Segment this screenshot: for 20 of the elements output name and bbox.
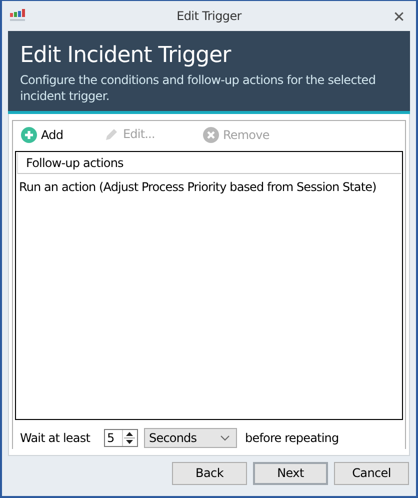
- header-title: Edit Incident Trigger: [20, 43, 232, 68]
- number-spinner[interactable]: 5: [104, 429, 138, 447]
- dialog-button[interactable]: Back: [172, 462, 247, 484]
- dialog-button[interactable]: Cancel: [334, 462, 409, 484]
- wait-suffix: before repeating: [245, 431, 339, 445]
- window-title: Edit Trigger: [176, 9, 242, 23]
- spin-arrows-icon: [123, 430, 136, 446]
- pencil-icon: [105, 127, 119, 141]
- app-logo-icon: [10, 9, 26, 21]
- column-header[interactable]: Follow-up actions: [17, 153, 401, 174]
- add-button[interactable]: Add: [21, 127, 64, 143]
- wait-label: Wait at least: [20, 431, 90, 445]
- dialog-button[interactable]: Next: [253, 462, 328, 484]
- close-icon: [203, 127, 219, 143]
- unit-dropdown[interactable]: Seconds: [144, 428, 238, 448]
- plus-icon: [21, 127, 37, 143]
- list-row[interactable]: Run an action (Adjust Process Priority based from Session State): [16, 175, 402, 199]
- close-button[interactable]: ✕: [384, 8, 414, 26]
- header-subtitle: Configure the conditions and follow-up actions for the selected incident trigger.: [20, 72, 377, 104]
- chevron-down-icon: [220, 435, 230, 441]
